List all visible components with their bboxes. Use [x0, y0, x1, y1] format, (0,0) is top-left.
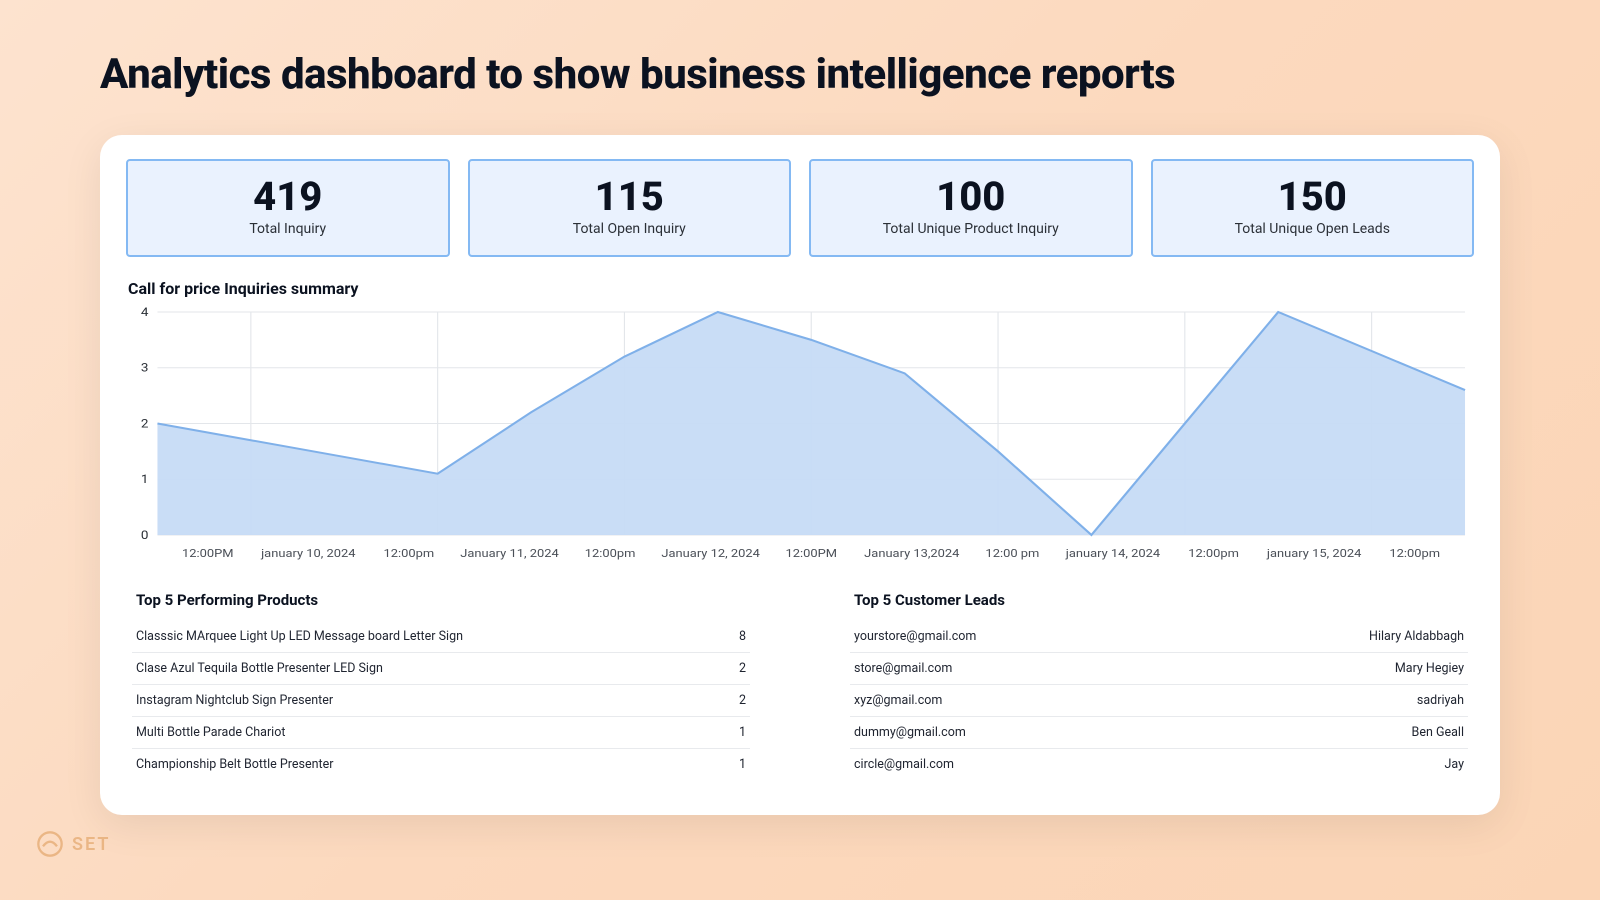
list-title: Top 5 Performing Products: [132, 591, 750, 609]
table-row: store@gmail.com Mary Hegiey: [850, 653, 1468, 685]
brand-icon: [36, 830, 64, 858]
table-row: circle@gmail.com Jay: [850, 749, 1468, 780]
svg-text:january 10, 2024: january 10, 2024: [260, 547, 356, 560]
lead-email: xyz@gmail.com: [854, 693, 942, 708]
stat-row: 419 Total Inquiry 115 Total Open Inquiry…: [126, 159, 1474, 257]
product-count: 2: [739, 661, 746, 676]
product-count: 8: [739, 629, 746, 644]
table-row: Championship Belt Bottle Presenter 1: [132, 749, 750, 780]
stat-value: 150: [1163, 175, 1463, 219]
lead-name: Hilary Aldabbagh: [1369, 629, 1464, 644]
product-name: Championship Belt Bottle Presenter: [136, 757, 333, 772]
svg-text:4: 4: [141, 306, 149, 320]
svg-text:January 13,2024: January 13,2024: [864, 547, 959, 560]
stat-unique-product-inquiry: 100 Total Unique Product Inquiry: [809, 159, 1133, 257]
dashboard-card: 419 Total Inquiry 115 Total Open Inquiry…: [100, 135, 1500, 815]
svg-text:12:00PM: 12:00PM: [785, 547, 837, 560]
table-row: Clase Azul Tequila Bottle Presenter LED …: [132, 653, 750, 685]
stat-label: Total Unique Product Inquiry: [821, 221, 1121, 237]
lead-email: store@gmail.com: [854, 661, 952, 676]
svg-text:January 12, 2024: January 12, 2024: [661, 547, 760, 560]
svg-text:12:00PM: 12:00PM: [182, 547, 234, 560]
table-row: xyz@gmail.com sadriyah: [850, 685, 1468, 717]
svg-text:January 11, 2024: January 11, 2024: [460, 547, 559, 560]
stat-total-open-inquiry: 115 Total Open Inquiry: [468, 159, 792, 257]
watermark-text: SET: [72, 834, 110, 855]
svg-text:12:00pm: 12:00pm: [585, 547, 636, 560]
svg-text:0: 0: [141, 529, 149, 543]
page-title: Analytics dashboard to show business int…: [100, 50, 1500, 99]
lead-name: sadriyah: [1417, 693, 1464, 708]
list-title: Top 5 Customer Leads: [850, 591, 1468, 609]
product-count: 2: [739, 693, 746, 708]
lead-name: Mary Hegiey: [1395, 661, 1464, 676]
stat-label: Total Unique Open Leads: [1163, 221, 1463, 237]
product-name: Classsic MArquee Light Up LED Message bo…: [136, 629, 463, 644]
stat-label: Total Inquiry: [138, 221, 438, 237]
inquiries-chart: 0 1 2 3 4 12:00PM january 10, 2024 12:00pm Janua…: [126, 306, 1474, 571]
svg-text:12:00pm: 12:00pm: [1188, 547, 1239, 560]
svg-text:3: 3: [141, 361, 149, 375]
stat-total-inquiry: 419 Total Inquiry: [126, 159, 450, 257]
svg-text:12:00pm: 12:00pm: [384, 547, 435, 560]
lead-email: circle@gmail.com: [854, 757, 954, 772]
product-count: 1: [739, 725, 746, 740]
svg-text:january 14, 2024: january 14, 2024: [1065, 547, 1161, 560]
stat-unique-open-leads: 150 Total Unique Open Leads: [1151, 159, 1475, 257]
product-name: Multi Bottle Parade Chariot: [136, 725, 285, 740]
table-row: Instagram Nightclub Sign Presenter 2: [132, 685, 750, 717]
svg-text:12:00pm: 12:00pm: [1389, 547, 1440, 560]
svg-text:1: 1: [141, 473, 149, 487]
table-row: Multi Bottle Parade Chariot 1: [132, 717, 750, 749]
lead-email: dummy@gmail.com: [854, 725, 966, 740]
product-name: Clase Azul Tequila Bottle Presenter LED …: [136, 661, 383, 676]
lead-name: Jay: [1444, 757, 1464, 772]
top-leads: Top 5 Customer Leads yourstore@gmail.com…: [850, 591, 1468, 780]
svg-text:2: 2: [141, 417, 149, 431]
stat-value: 100: [821, 175, 1121, 219]
stat-value: 115: [480, 175, 780, 219]
lists-row: Top 5 Performing Products Classsic MArqu…: [126, 591, 1474, 780]
table-row: yourstore@gmail.com Hilary Aldabbagh: [850, 621, 1468, 653]
lead-email: yourstore@gmail.com: [854, 629, 976, 644]
svg-text:january 15, 2024: january 15, 2024: [1266, 547, 1362, 560]
top-products: Top 5 Performing Products Classsic MArqu…: [132, 591, 750, 780]
watermark: SET: [36, 830, 110, 858]
lead-name: Ben Geall: [1412, 725, 1464, 740]
product-count: 1: [739, 757, 746, 772]
product-name: Instagram Nightclub Sign Presenter: [136, 693, 333, 708]
svg-text:12:00 pm: 12:00 pm: [985, 547, 1039, 560]
stat-value: 419: [138, 175, 438, 219]
table-row: Classsic MArquee Light Up LED Message bo…: [132, 621, 750, 653]
chart-title: Call for price Inquiries summary: [128, 279, 1474, 298]
table-row: dummy@gmail.com Ben Geall: [850, 717, 1468, 749]
stat-label: Total Open Inquiry: [480, 221, 780, 237]
